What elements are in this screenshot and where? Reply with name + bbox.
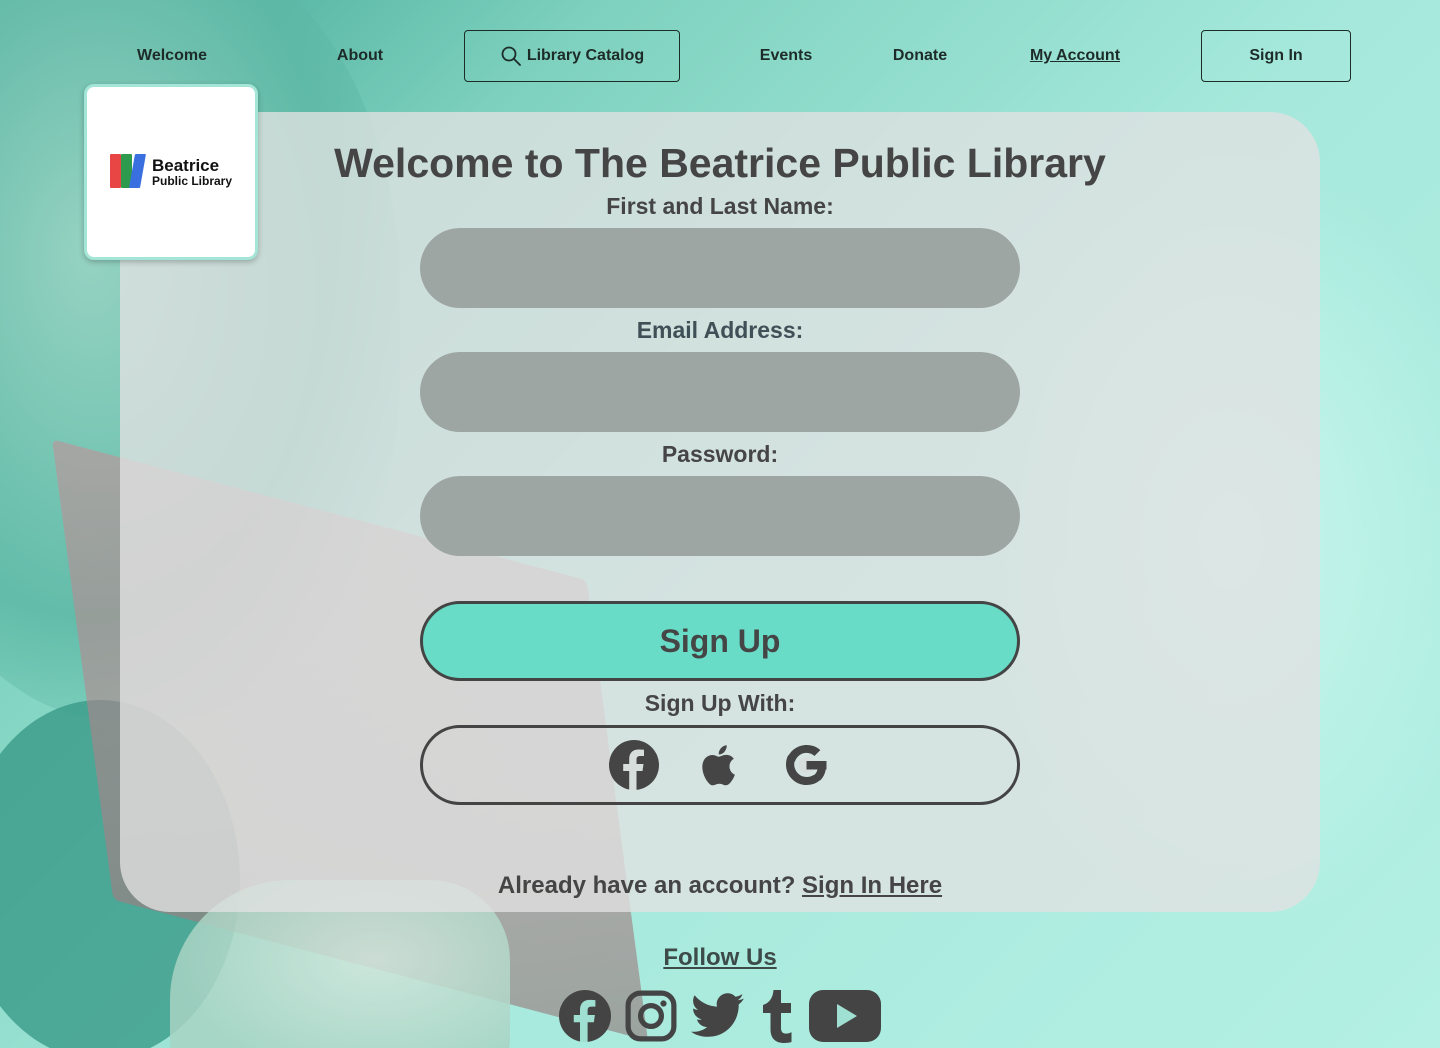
instagram-icon[interactable] xyxy=(625,988,677,1044)
nav-donate[interactable]: Donate xyxy=(870,30,970,82)
nav-library-catalog-button[interactable]: Library Catalog xyxy=(464,30,680,82)
nav-welcome[interactable]: Welcome xyxy=(112,30,232,82)
nav-about[interactable]: About xyxy=(310,30,410,82)
password-label: Password: xyxy=(661,441,779,467)
books-logo-icon xyxy=(109,154,146,190)
library-logo[interactable]: Beatrice Public Library xyxy=(84,84,258,260)
twitter-icon[interactable] xyxy=(691,988,745,1044)
social-signup-group xyxy=(420,725,1020,805)
sign-in-prompt: Already have an account? Sign In Here xyxy=(0,872,1440,900)
search-icon xyxy=(501,46,521,66)
nav-sign-in-button[interactable]: Sign In xyxy=(1201,30,1351,82)
nav-events[interactable]: Events xyxy=(740,30,832,82)
logo-subtitle: Public Library xyxy=(151,173,233,188)
email-field[interactable] xyxy=(420,352,1020,432)
apple-icon[interactable] xyxy=(695,740,745,790)
logo-name: Beatrice xyxy=(151,155,220,175)
sign-up-with-label: Sign Up With: xyxy=(644,690,796,716)
follow-us-heading: Follow Us xyxy=(663,944,777,971)
social-follow-icons xyxy=(0,988,1440,1048)
nav-library-catalog-label: Library Catalog xyxy=(526,47,645,64)
password-field[interactable] xyxy=(420,476,1020,556)
name-field[interactable] xyxy=(420,228,1020,308)
nav-my-account[interactable]: My Account xyxy=(1014,30,1136,82)
sign-in-here-link[interactable]: Sign In Here xyxy=(802,872,942,899)
sign-up-button[interactable]: Sign Up xyxy=(420,601,1020,681)
sign-in-prompt-text: Already have an account? xyxy=(497,872,796,899)
top-nav: Welcome About Library Catalog Events Don… xyxy=(0,30,1440,82)
email-label: Email Address: xyxy=(636,317,804,343)
google-icon[interactable] xyxy=(781,740,831,790)
youtube-icon[interactable] xyxy=(809,988,881,1044)
facebook-icon[interactable] xyxy=(609,740,659,790)
facebook-icon[interactable] xyxy=(559,988,611,1044)
tumblr-icon[interactable] xyxy=(759,988,795,1044)
